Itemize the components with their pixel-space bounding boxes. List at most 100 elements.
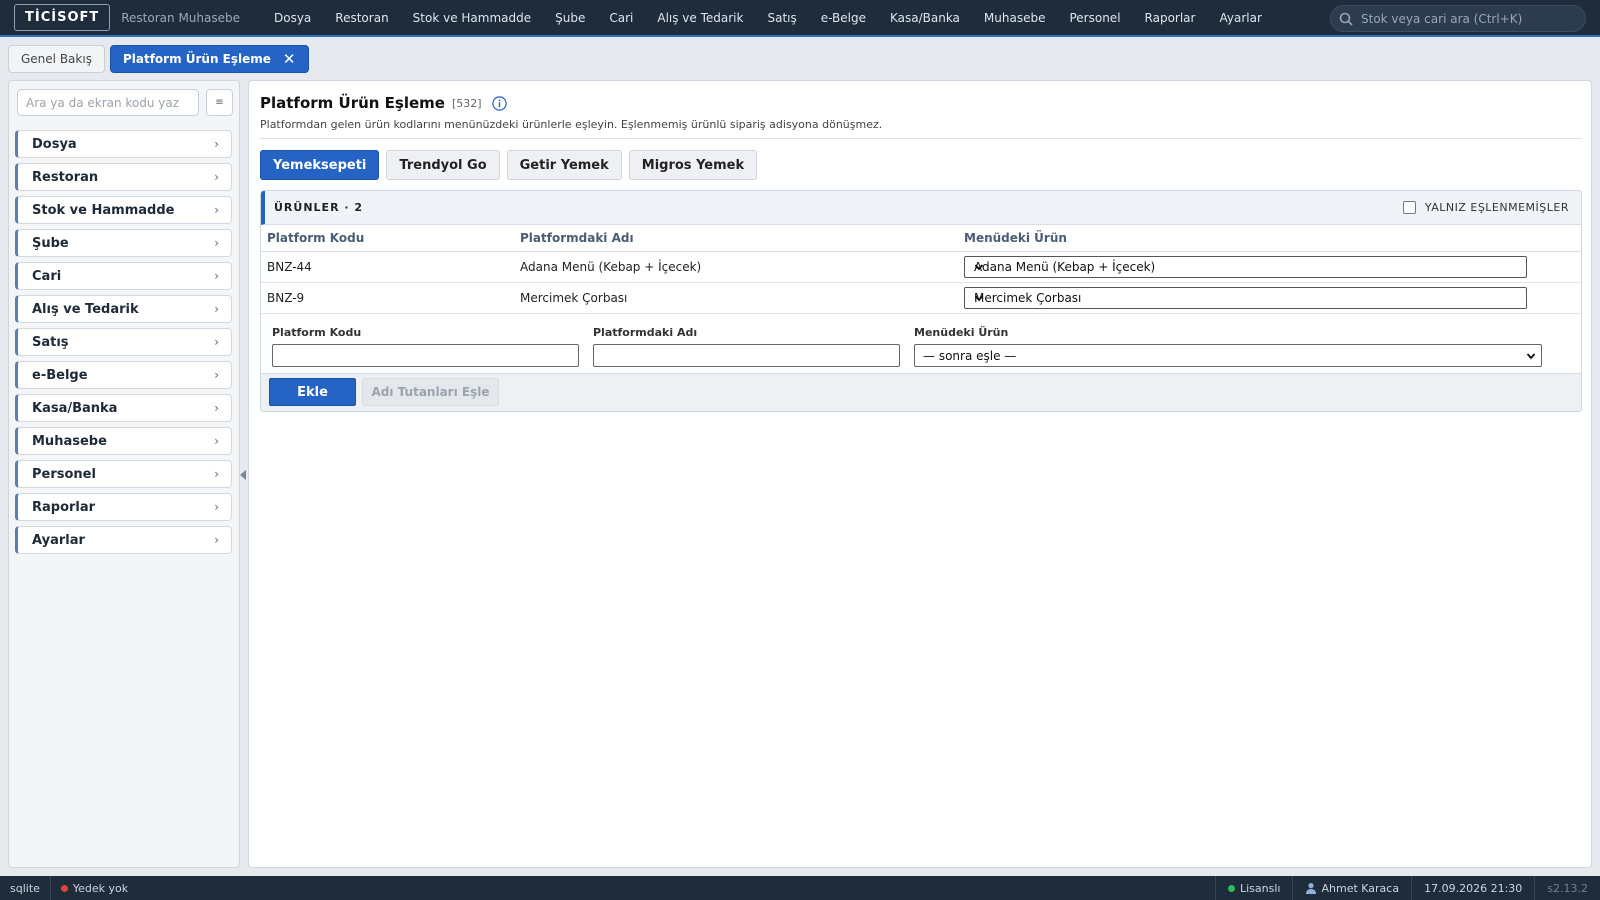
menu-sube[interactable]: Şube xyxy=(543,11,597,25)
menu-satis[interactable]: Satış xyxy=(755,11,808,25)
only-unmatched-toggle[interactable]: YALNIZ EŞLENMEMİŞLER xyxy=(1402,201,1569,214)
chevron-right-icon: › xyxy=(214,434,219,448)
global-search-input[interactable]: Stok veya cari ara (Ctrl+K) xyxy=(1330,5,1586,32)
sidebar: Ara ya da ekran kodu yaz ≡ Dosya › Restor… xyxy=(8,80,240,868)
chevron-right-icon: › xyxy=(214,335,219,349)
status-right: Lisanslı Ahmet Karaca 17.09.2026 21:30 s… xyxy=(1215,876,1600,900)
sidebar-item-alis[interactable]: Alış ve Tedarik › xyxy=(15,295,232,323)
platform-name-input[interactable] xyxy=(593,344,900,367)
column-header[interactable]: Platformdaki Adı xyxy=(520,231,634,245)
match-by-name-button[interactable]: Adı Tutanları Eşle xyxy=(362,378,499,406)
menu-product-select[interactable]: — sonra eşle — xyxy=(914,344,1542,367)
table-row: BNZ-44 Adana Menü (Kebap + İçecek) Adana… xyxy=(261,252,1581,283)
menu-product-select[interactable]: Mercimek Çorbası xyxy=(964,287,1527,309)
menu-product-label: Menüdeki Ürün xyxy=(914,326,1009,339)
select-value: Adana Menü (Kebap + İçecek) xyxy=(974,260,1156,274)
menu-personel[interactable]: Personel xyxy=(1057,11,1132,25)
tab-genel-bakis[interactable]: Genel Bakış xyxy=(8,45,105,73)
sidebar-item-ebelge[interactable]: e-Belge › xyxy=(15,361,232,389)
sidebar-item-ayarlar[interactable]: Ayarlar › xyxy=(15,526,232,554)
tab-label: Platform Ürün Eşleme xyxy=(122,52,271,66)
sidebar-item-raporlar[interactable]: Raporlar › xyxy=(15,493,232,521)
sidebar-item-label: Cari xyxy=(32,268,62,284)
sidebar-search-placeholder: Ara ya da ekran kodu yaz xyxy=(26,95,180,110)
sidebar-item-cari[interactable]: Cari › xyxy=(15,262,232,290)
page-title: Platform Ürün Eşleme xyxy=(260,94,445,112)
sidebar-menu-icon[interactable]: ≡ xyxy=(206,89,233,116)
tab-getir-yemek[interactable]: Getir Yemek xyxy=(506,150,622,180)
divider xyxy=(49,876,51,900)
menu-ayarlar[interactable]: Ayarlar xyxy=(1207,11,1273,25)
status-left: sqlite Yedek yok xyxy=(0,876,128,900)
main-menu: Dosya Restoran Stok ve Hammadde Şube Car… xyxy=(262,11,1274,25)
sidebar-item-satis[interactable]: Satış › xyxy=(15,328,232,356)
platform-code-input[interactable] xyxy=(272,344,579,367)
sidebar-item-personel[interactable]: Personel › xyxy=(15,460,232,488)
add-button[interactable]: Ekle xyxy=(269,378,356,406)
chevron-right-icon: › xyxy=(214,269,219,283)
chevron-right-icon: › xyxy=(214,302,219,316)
column-header[interactable]: Platform Kodu xyxy=(267,231,364,245)
platform-code-cell: BNZ-44 xyxy=(267,260,312,274)
license-label: Lisanslı xyxy=(1240,881,1281,895)
close-icon[interactable]: ✕ xyxy=(283,50,296,68)
sidebar-item-stok[interactable]: Stok ve Hammadde › xyxy=(15,196,232,224)
sidebar-item-label: Dosya xyxy=(32,136,77,152)
table-header: Platform Kodu Platformdaki Adı Menüdeki … xyxy=(261,225,1581,252)
chevron-right-icon: › xyxy=(214,368,219,382)
menu-raporlar[interactable]: Raporlar xyxy=(1133,11,1208,25)
menu-restoran[interactable]: Restoran xyxy=(323,11,400,25)
tab-yemeksepeti[interactable]: Yemeksepeti xyxy=(260,150,380,180)
products-title: ÜRÜNLER · 2 xyxy=(274,201,364,214)
sidebar-item-label: Raporlar xyxy=(32,499,96,515)
chevron-right-icon: › xyxy=(214,236,219,250)
add-mapping-form: Platform Kodu Platformdaki Adı Menüdeki … xyxy=(261,314,1581,374)
license-dot xyxy=(1228,884,1235,892)
tab-trendyol-go[interactable]: Trendyol Go xyxy=(386,150,500,180)
menu-dosya[interactable]: Dosya xyxy=(262,11,323,25)
menu-stok[interactable]: Stok ve Hammadde xyxy=(401,11,543,25)
user-name: Ahmet Karaca xyxy=(1321,881,1400,895)
select-value: Mercimek Çorbası xyxy=(974,291,1082,305)
user-info[interactable]: Ahmet Karaca xyxy=(1292,876,1411,900)
sidebar-item-label: Kasa/Banka xyxy=(32,400,118,416)
search-icon xyxy=(1339,12,1353,26)
main-panel: Platform Ürün Eşleme [532] Platformdan g… xyxy=(248,80,1592,868)
table-row: BNZ-9 Mercimek Çorbası Mercimek Çorbası xyxy=(261,283,1581,314)
sidebar-item-muhasebe[interactable]: Muhasebe › xyxy=(15,427,232,455)
menu-ebelge[interactable]: e-Belge xyxy=(809,11,878,25)
tab-label: Genel Bakış xyxy=(21,52,92,66)
tab-migros-yemek[interactable]: Migros Yemek xyxy=(628,150,758,180)
form-actions: Ekle Adı Tutanları Eşle xyxy=(261,373,1581,411)
only-unmatched-checkbox[interactable] xyxy=(1402,201,1416,214)
screen-code: [532] xyxy=(451,96,482,110)
menu-muhasebe[interactable]: Muhasebe xyxy=(972,11,1058,25)
tab-platform-urun-esleme[interactable]: Platform Ürün Eşleme ✕ xyxy=(109,45,309,73)
page-header: Platform Ürün Eşleme [532] xyxy=(260,94,507,112)
menu-alis[interactable]: Alış ve Tedarik xyxy=(645,11,755,25)
chevron-right-icon: › xyxy=(214,467,219,481)
sidebar-item-sube[interactable]: Şube › xyxy=(15,229,232,257)
sidebar-search-row: Ara ya da ekran kodu yaz ≡ xyxy=(17,89,233,116)
menu-product-select[interactable]: Adana Menü (Kebap + İçecek) xyxy=(964,256,1527,278)
sidebar-item-dosya[interactable]: Dosya › xyxy=(15,130,232,158)
select-value: — sonra eşle — xyxy=(923,348,1017,363)
status-bar: sqlite Yedek yok Lisanslı Ahmet Karaca 1… xyxy=(0,876,1600,900)
sidebar-item-label: Şube xyxy=(32,235,69,251)
menu-kasa[interactable]: Kasa/Banka xyxy=(878,11,972,25)
menu-cari[interactable]: Cari xyxy=(597,11,645,25)
sidebar-item-label: e-Belge xyxy=(32,367,88,383)
only-unmatched-label: YALNIZ EŞLENMEMİŞLER xyxy=(1424,201,1569,214)
sidebar-item-kasa[interactable]: Kasa/Banka › xyxy=(15,394,232,422)
sidebar-item-label: Personel xyxy=(32,466,96,482)
app-logo[interactable]: TİCİSOFT xyxy=(14,4,111,31)
top-bar: TİCİSOFT Restoran Muhasebe Dosya Restora… xyxy=(0,0,1600,37)
sidebar-item-restoran[interactable]: Restoran › xyxy=(15,163,232,191)
sidebar-collapse-icon[interactable] xyxy=(240,470,246,480)
backup-status-dot xyxy=(60,884,68,892)
info-icon[interactable] xyxy=(491,95,507,111)
platform-name-cell: Mercimek Çorbası xyxy=(520,291,628,305)
chevron-right-icon: › xyxy=(214,401,219,415)
sidebar-search-input[interactable]: Ara ya da ekran kodu yaz xyxy=(17,89,199,116)
column-header[interactable]: Menüdeki Ürün xyxy=(964,231,1067,245)
